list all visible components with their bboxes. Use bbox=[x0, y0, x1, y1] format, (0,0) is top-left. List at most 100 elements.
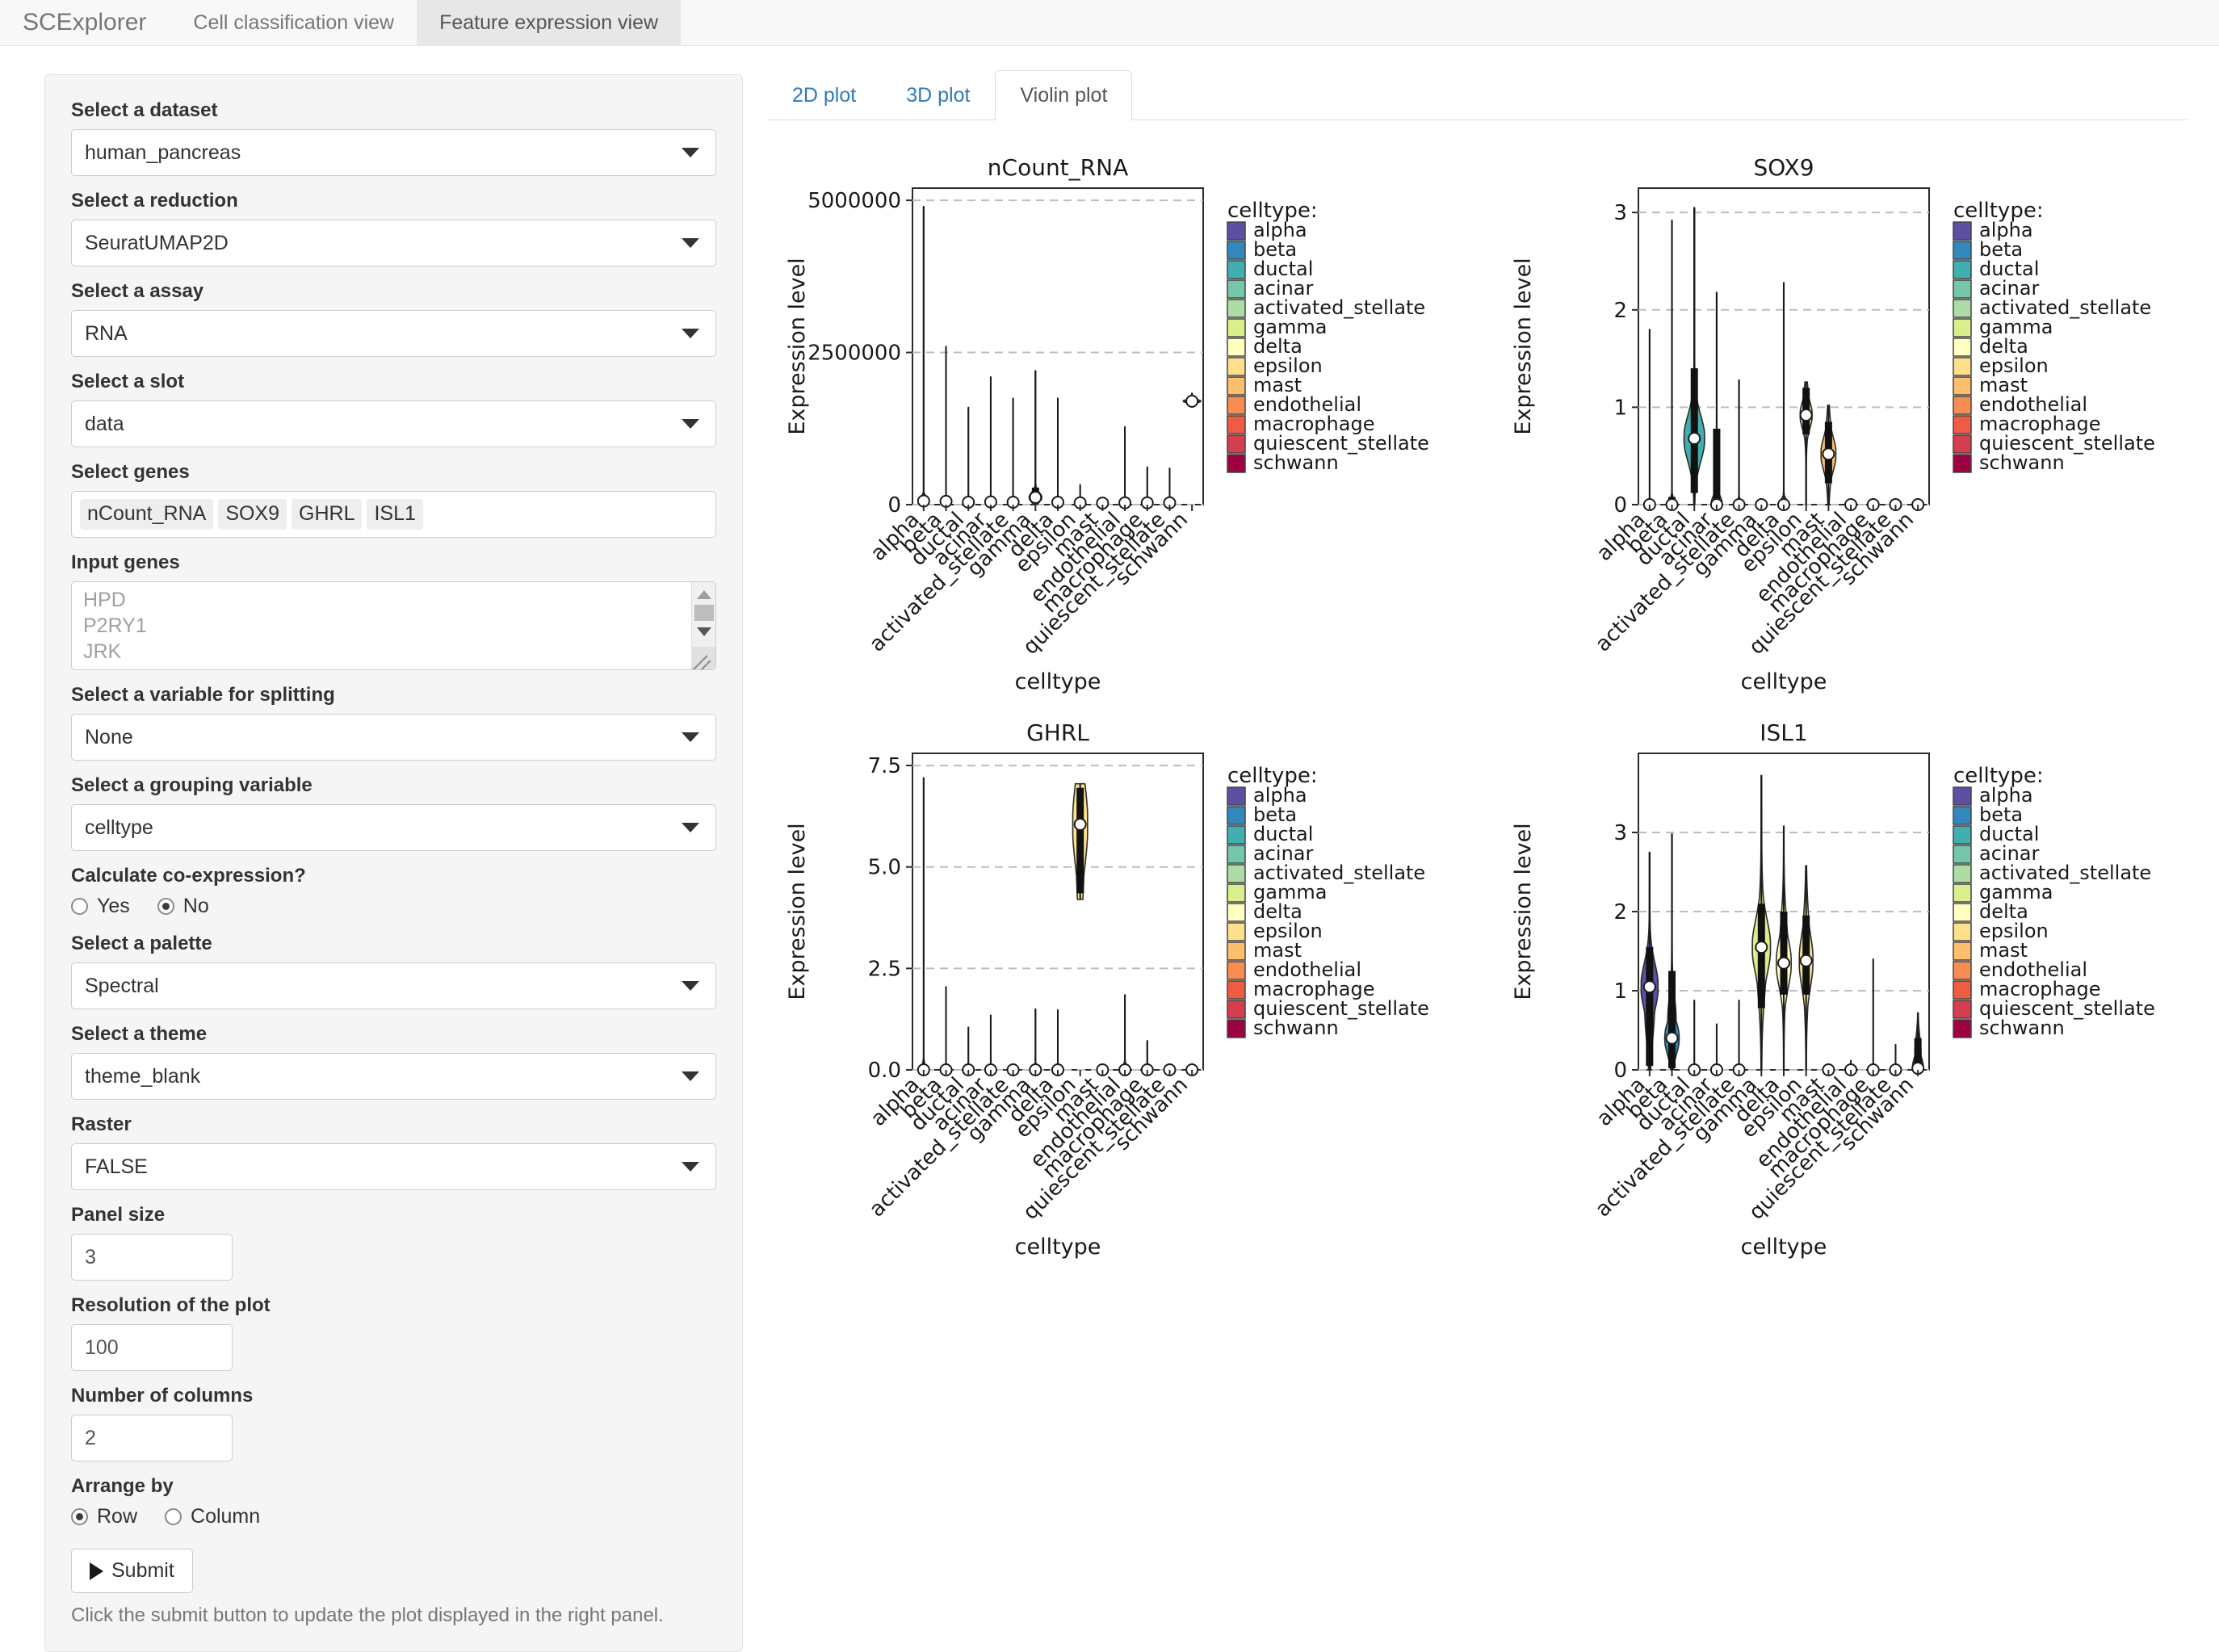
assay-select[interactable]: RNA bbox=[71, 310, 716, 357]
violin-panel-ncount-rna: nCount_RNA 0 2500000 5000000 Expression leve… bbox=[767, 141, 1493, 707]
svg-text:nCount_RNA: nCount_RNA bbox=[988, 154, 1128, 181]
reduction-label: Select a reduction bbox=[71, 190, 238, 212]
gene-tag[interactable]: SOX9 bbox=[218, 499, 287, 530]
panel-size-input[interactable]: 3 bbox=[71, 1234, 233, 1281]
input-genes-label: Input genes bbox=[71, 551, 180, 573]
svg-text:2.5: 2.5 bbox=[868, 957, 901, 981]
splitting-select[interactable]: None bbox=[71, 714, 716, 761]
resize-grip-icon[interactable] bbox=[691, 647, 715, 669]
resolution-control: Resolution of the plot 100 bbox=[71, 1294, 716, 1371]
svg-text:3: 3 bbox=[1613, 201, 1627, 225]
radio-dot-selected-icon bbox=[157, 898, 174, 915]
genes-control: Select genes nCount_RNA SOX9 GHRL ISL1 bbox=[71, 461, 716, 538]
slot-select[interactable]: data bbox=[71, 400, 716, 447]
slot-value: data bbox=[85, 412, 124, 435]
genes-tag-input[interactable]: nCount_RNA SOX9 GHRL ISL1 bbox=[71, 491, 716, 538]
panel-size-control: Panel size 3 bbox=[71, 1204, 716, 1281]
app-brand[interactable]: SCExplorer bbox=[15, 0, 170, 45]
assay-control: Select a assay RNA bbox=[71, 280, 716, 357]
dataset-control: Select a dataset human_pancreas bbox=[71, 99, 716, 176]
dataset-label: Select a dataset bbox=[71, 99, 218, 121]
grouping-label: Select a grouping variable bbox=[71, 774, 313, 796]
chevron-down-icon bbox=[682, 1162, 699, 1172]
raster-select[interactable]: FALSE bbox=[71, 1143, 716, 1190]
splitting-control: Select a variable for splitting None bbox=[71, 684, 716, 761]
radio-dot-selected-icon bbox=[71, 1508, 88, 1525]
chevron-down-icon bbox=[682, 1071, 699, 1081]
input-genes-placeholder: HPD P2RY1 JRK UNC13B bbox=[83, 589, 163, 669]
chevron-down-icon bbox=[682, 148, 699, 157]
scroll-up-icon[interactable] bbox=[696, 590, 711, 599]
radio-dot-icon bbox=[165, 1508, 182, 1525]
arrange-radio-row[interactable]: Row bbox=[71, 1505, 137, 1528]
grouping-select[interactable]: celltype bbox=[71, 804, 716, 851]
theme-select[interactable]: theme_blank bbox=[71, 1053, 716, 1100]
coexpression-radio-no[interactable]: No bbox=[157, 895, 209, 918]
svg-text:celltype: celltype bbox=[1741, 669, 1827, 694]
tab-2d-plot[interactable]: 2D plot bbox=[767, 70, 881, 120]
theme-control: Select a theme theme_blank bbox=[71, 1023, 716, 1100]
radio-dot-icon bbox=[71, 898, 88, 915]
panel-size-label: Panel size bbox=[71, 1204, 166, 1226]
scroll-down-icon[interactable] bbox=[696, 627, 711, 636]
slot-control: Select a slot data bbox=[71, 371, 716, 447]
arrange-label: Arrange by bbox=[71, 1475, 174, 1497]
splitting-value: None bbox=[85, 725, 133, 748]
violin-panel-isl1: ISL1 0 1 2 3 Expression level alpha beta ductal a… bbox=[1493, 707, 2219, 1272]
palette-control: Select a palette Spectral bbox=[71, 933, 716, 1009]
resolution-input[interactable]: 100 bbox=[71, 1324, 233, 1371]
resolution-value: 100 bbox=[85, 1335, 119, 1359]
reduction-select[interactable]: SeuratUMAP2D bbox=[71, 220, 716, 266]
svg-text:7.5: 7.5 bbox=[868, 754, 901, 778]
input-genes-control: Input genes HPD P2RY1 JRK UNC13B bbox=[71, 551, 716, 670]
palette-label: Select a palette bbox=[71, 933, 212, 954]
columns-label: Number of columns bbox=[71, 1385, 254, 1407]
arrange-radio-column[interactable]: Column bbox=[165, 1505, 260, 1528]
nav-tab-feature-expression-view[interactable]: Feature expression view bbox=[417, 0, 682, 45]
violin-plot-grid: nCount_RNA 0 2500000 5000000 Expression leve… bbox=[767, 120, 2219, 1272]
tab-violin-plot[interactable]: Violin plot bbox=[995, 70, 1133, 120]
assay-label: Select a assay bbox=[71, 280, 204, 302]
arrange-row-label: Row bbox=[97, 1505, 138, 1528]
columns-input[interactable]: 2 bbox=[71, 1415, 233, 1461]
chevron-down-icon bbox=[682, 238, 699, 248]
dataset-select[interactable]: human_pancreas bbox=[71, 129, 716, 176]
arrange-control: Arrange by Row Column bbox=[71, 1475, 716, 1528]
tab-3d-plot[interactable]: 3D plot bbox=[881, 70, 995, 120]
columns-value: 2 bbox=[85, 1426, 96, 1449]
chevron-down-icon bbox=[682, 981, 699, 991]
theme-value: theme_blank bbox=[85, 1064, 201, 1088]
theme-label: Select a theme bbox=[71, 1023, 208, 1045]
arrange-column-label: Column bbox=[191, 1505, 261, 1528]
dataset-value: human_pancreas bbox=[85, 140, 241, 164]
gene-tag[interactable]: ISL1 bbox=[367, 499, 423, 530]
svg-text:3: 3 bbox=[1613, 821, 1627, 845]
chevron-down-icon bbox=[682, 823, 699, 832]
scrollbar-thumb[interactable] bbox=[694, 605, 714, 621]
coexpression-label: Calculate co-expression? bbox=[71, 865, 306, 887]
svg-text:ISL1: ISL1 bbox=[1760, 719, 1807, 746]
nav-tab-cell-classification-view[interactable]: Cell classification view bbox=[170, 0, 417, 45]
grouping-value: celltype bbox=[85, 816, 153, 839]
assay-value: RNA bbox=[85, 321, 128, 345]
svg-text:celltype: celltype bbox=[1741, 1235, 1827, 1260]
svg-text:schwann: schwann bbox=[1979, 451, 2065, 474]
slot-label: Select a slot bbox=[71, 371, 185, 392]
palette-select[interactable]: Spectral bbox=[71, 962, 716, 1009]
chevron-down-icon bbox=[682, 329, 699, 338]
reduction-control: Select a reduction SeuratUMAP2D bbox=[71, 190, 716, 266]
svg-text:1: 1 bbox=[1613, 396, 1627, 420]
navbar: SCExplorer Cell classification view Feat… bbox=[0, 0, 2219, 46]
svg-text:SOX9: SOX9 bbox=[1753, 154, 1814, 181]
input-genes-textarea[interactable]: HPD P2RY1 JRK UNC13B bbox=[71, 581, 716, 670]
svg-text:0: 0 bbox=[1613, 493, 1627, 518]
splitting-label: Select a variable for splitting bbox=[71, 684, 335, 706]
violin-panel-sox9: SOX9 0 1 2 3 Expression level alpha beta ductal a… bbox=[1493, 141, 2219, 707]
gene-tag[interactable]: GHRL bbox=[292, 499, 363, 530]
coexpression-radio-yes[interactable]: Yes bbox=[71, 895, 130, 918]
svg-text:2: 2 bbox=[1613, 299, 1627, 323]
coexpression-radio-group: Yes No bbox=[71, 895, 716, 918]
palette-value: Spectral bbox=[85, 974, 159, 997]
svg-text:0.0: 0.0 bbox=[868, 1059, 901, 1083]
gene-tag[interactable]: nCount_RNA bbox=[80, 499, 214, 530]
